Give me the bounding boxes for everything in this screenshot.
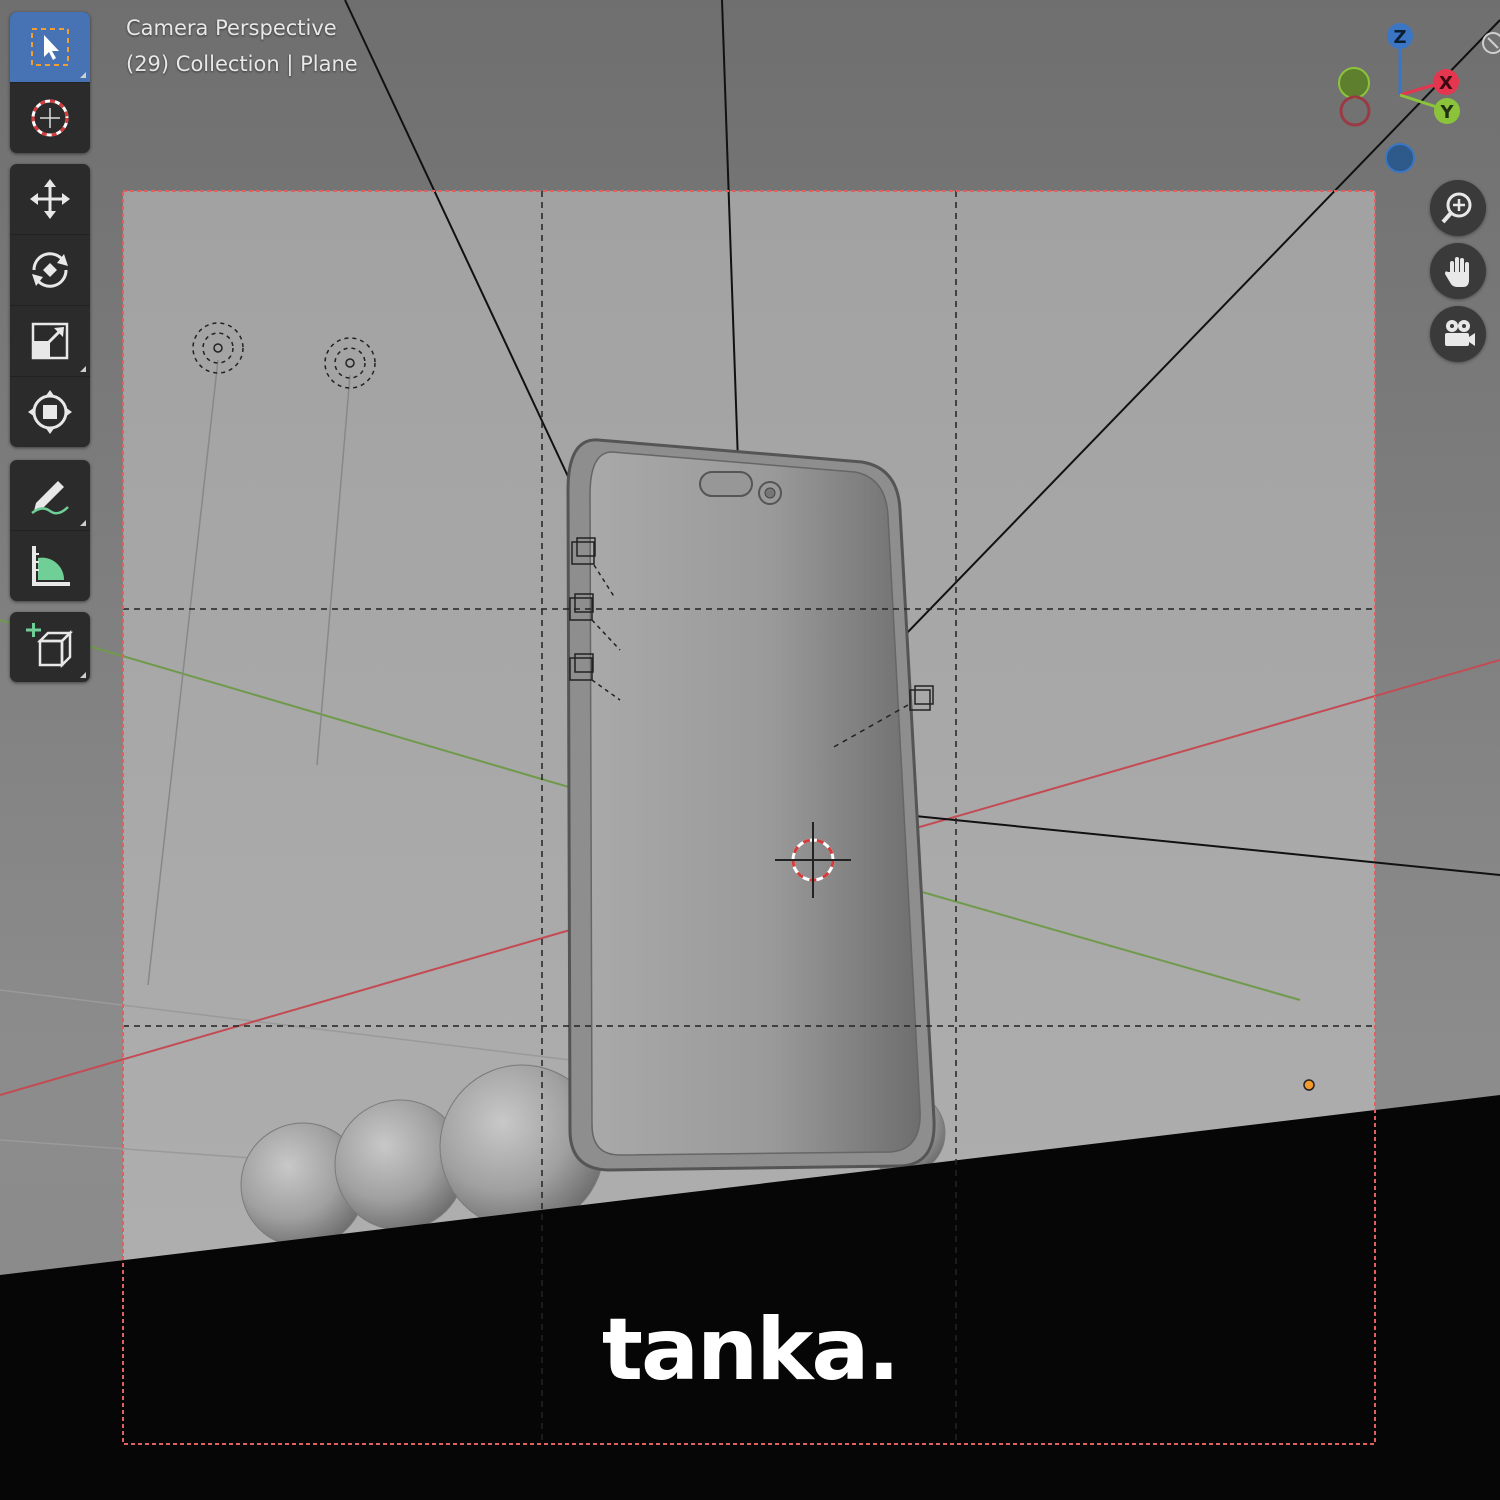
toolbar-select-group (10, 12, 90, 153)
scale-tool[interactable] (10, 306, 90, 377)
dynamic-island (699, 471, 753, 497)
camera-view-icon (1445, 320, 1475, 346)
transform-tool[interactable] (10, 377, 90, 447)
origin-point[interactable] (1303, 1079, 1315, 1091)
navigation-gizmo[interactable]: Z Y X (1320, 10, 1500, 190)
neg-y-axis-handle[interactable] (1338, 67, 1370, 99)
transform-icon (28, 390, 72, 434)
zoom-button[interactable] (1430, 180, 1486, 236)
rotate-icon (32, 252, 68, 288)
measure-tool[interactable] (10, 531, 90, 601)
neg-z-axis-handle[interactable] (1385, 143, 1415, 173)
collection-label: (29) Collection | Plane (126, 52, 358, 76)
measure-icon (32, 546, 70, 586)
select-box-icon (31, 28, 69, 66)
cursor-icon (31, 99, 69, 137)
cursor-tool[interactable] (10, 83, 90, 153)
view-title: Camera Perspective (126, 16, 337, 40)
move-tool[interactable] (10, 164, 90, 235)
move-icon (30, 179, 70, 219)
y-axis-label: Y (1439, 102, 1454, 123)
select-box-tool[interactable] (10, 12, 90, 83)
camera-view-button[interactable] (1430, 306, 1486, 362)
toolbar-annotate-group (10, 460, 90, 601)
phone-model[interactable] (566, 438, 936, 1172)
add-cube-icon (26, 623, 74, 669)
pencil-icon (31, 481, 69, 515)
x-axis-label: X (1439, 73, 1453, 94)
z-axis-label: Z (1393, 27, 1406, 48)
hand-pan-icon (1445, 257, 1469, 287)
zoom-icon (1441, 192, 1472, 224)
add-cube-tool[interactable] (10, 612, 90, 682)
3d-viewport[interactable]: Camera Perspective (29) Collection | Pla… (0, 0, 1500, 1500)
toolbar-add-group (10, 612, 90, 682)
brand-logo-text: tanka. (601, 1300, 900, 1400)
rotate-tool[interactable] (10, 235, 90, 306)
scale-icon (31, 322, 69, 360)
area-corner-handle[interactable] (1478, 28, 1500, 58)
scene-canvas[interactable] (0, 0, 1500, 1500)
neg-x-axis-handle[interactable] (1339, 95, 1371, 127)
toolbar-transform-group (10, 164, 90, 447)
pan-button[interactable] (1430, 243, 1486, 299)
annotate-tool[interactable] (10, 460, 90, 531)
